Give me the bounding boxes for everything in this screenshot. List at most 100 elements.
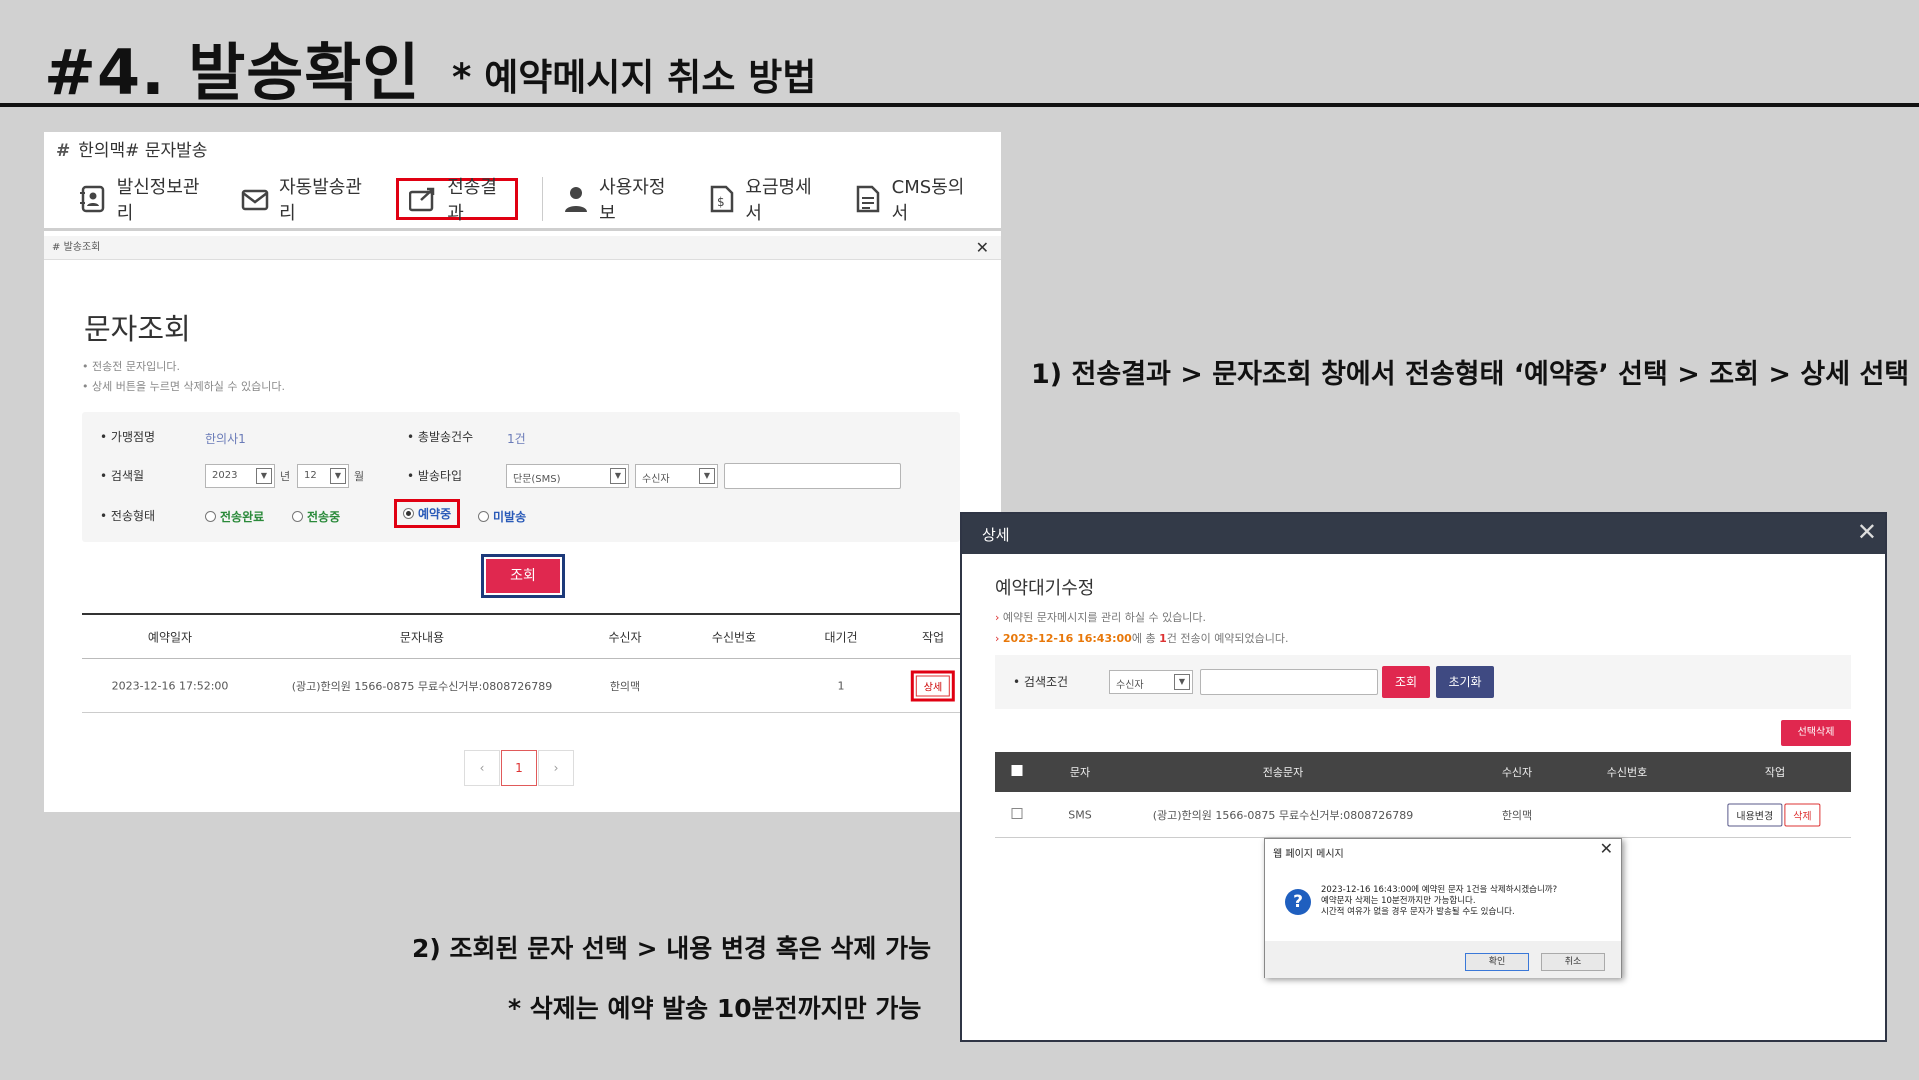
- radio-label: 전송중: [307, 510, 341, 524]
- menu-auto-send[interactable]: 자동발송관리: [235, 177, 372, 224]
- search-panel: 가맹점명 한의사1 총발송건수 1건 검색월 2023 ▼ 년 12 ▼ 월 발송타…: [82, 412, 960, 542]
- search-button[interactable]: 조회: [481, 554, 565, 598]
- select-all-checkbox[interactable]: [1011, 765, 1023, 779]
- cell-recipient: 한의맥: [1501, 808, 1533, 822]
- mail-check-icon: [241, 184, 269, 214]
- total-label: 총발송건수: [407, 428, 473, 445]
- menu-invoice[interactable]: $ 요금명세서: [703, 177, 825, 224]
- delete-button[interactable]: 삭제: [1784, 803, 1821, 826]
- table-header: 예약일자 문자내용 수신자 수신번호 대기건 작업: [82, 613, 1001, 659]
- detail-button[interactable]: 상세: [910, 670, 956, 701]
- edit-content-button[interactable]: 내용변경: [1727, 803, 1783, 826]
- close-icon[interactable]: ✕: [976, 236, 989, 260]
- row-checkbox[interactable]: [1011, 807, 1023, 822]
- next-page-button[interactable]: ›: [538, 750, 574, 786]
- message-line: 2023-12-16 16:43:00에 예약된 문자 1건을 삭제하시겠습니까…: [1321, 885, 1558, 895]
- chevron-down-icon: ▼: [699, 468, 715, 484]
- radio-label: 예약중: [418, 507, 452, 521]
- chevron-down-icon: ▼: [330, 468, 346, 484]
- menu-label: 발신정보관리: [116, 177, 200, 224]
- menu-label: 사용자정보: [599, 177, 666, 224]
- dialog-title: 발송조회: [63, 242, 101, 253]
- target-select[interactable]: 수신자 ▼: [635, 464, 718, 488]
- detail-screenshot: 상세 ✕ 예약대기수정 예약된 문자메시지를 관리 하실 수 있습니다. 202…: [960, 512, 1887, 1042]
- document-icon: [855, 184, 882, 214]
- delete-selected-button[interactable]: 선택삭제: [1781, 720, 1851, 746]
- hash-logo-icon: #: [56, 141, 71, 161]
- app-title-text: 한의맥# 문자발송: [78, 141, 208, 161]
- col-header: 문자내용: [399, 630, 445, 644]
- year-select[interactable]: 2023 ▼: [205, 464, 275, 488]
- month-unit: 월: [354, 470, 365, 483]
- menu-user-info[interactable]: 사용자정보: [557, 177, 679, 224]
- confirm-dialog-title: 웹 페이지 메시지: [1273, 849, 1344, 860]
- col-header: 전송문자: [1262, 766, 1304, 779]
- close-icon[interactable]: ✕: [1857, 518, 1877, 546]
- radio-reserved[interactable]: 예약중: [394, 499, 461, 528]
- year-unit: 년: [280, 470, 291, 483]
- col-header: 수신번호: [1606, 766, 1648, 779]
- query-screenshot: # 한의맥# 문자발송 발신정보관리 자동발송관리 전송결과 사용자정보 $ 요…: [44, 132, 1001, 812]
- user-icon: [563, 184, 590, 214]
- result-table: 예약일자 문자내용 수신자 수신번호 대기건 작업 2023-12-16 17:…: [82, 613, 1001, 713]
- prev-page-button[interactable]: ‹: [464, 750, 500, 786]
- condition-value: 수신자: [1116, 680, 1144, 691]
- reset-button[interactable]: 초기화: [1436, 666, 1494, 698]
- close-icon[interactable]: ✕: [1600, 839, 1613, 858]
- detail-table-header: 문자 전송문자 수신자 수신번호 작업: [995, 752, 1851, 792]
- menu-sender-info[interactable]: 발신정보관리: [74, 177, 211, 224]
- ok-button[interactable]: 확인: [1465, 953, 1529, 971]
- col-header: 작업: [1764, 766, 1786, 779]
- condition-input[interactable]: [1200, 669, 1378, 695]
- pagination: ‹ 1 ›: [464, 750, 575, 786]
- cell-date: 2023-12-16 17:52:00: [111, 679, 229, 692]
- detail-notes: 예약된 문자메시지를 관리 하실 수 있습니다. 2023-12-16 16:4…: [995, 607, 1289, 649]
- title-divider: [0, 103, 1919, 107]
- radio-circle: [478, 511, 489, 522]
- col-header: 수신자: [608, 630, 642, 644]
- note: 전송전 문자입니다.: [82, 357, 285, 377]
- col-header: 작업: [921, 630, 945, 644]
- app-title: # 한의맥# 문자발송: [56, 136, 207, 161]
- cell-type: SMS: [1068, 808, 1092, 821]
- menu-send-result[interactable]: 전송결과: [396, 177, 518, 224]
- detail-button-label: 상세: [915, 675, 951, 696]
- slide-subtitle: * 예약메시지 취소 방법: [452, 56, 817, 99]
- detail-search-panel: 검색조건 수신자 ▼ 조회 초기화: [995, 655, 1851, 709]
- month-select[interactable]: 12 ▼: [297, 464, 349, 488]
- table-row: 2023-12-16 17:52:00 (광고)한의원 1566-0875 무료…: [82, 659, 1001, 713]
- col-header: 수신번호: [711, 630, 757, 644]
- msg-type-value: 단문(SMS): [513, 474, 561, 485]
- menu-label: CMS동의서: [891, 177, 965, 224]
- msg-type-select[interactable]: 단문(SMS) ▼: [506, 464, 629, 488]
- radio-unsent[interactable]: 미발송: [478, 508, 526, 525]
- detail-titlebar: 상세 ✕: [962, 514, 1885, 554]
- radio-circle: [292, 511, 303, 522]
- search-button-label: 조회: [486, 559, 560, 593]
- menu-cms[interactable]: CMS동의서: [849, 177, 977, 224]
- condition-select[interactable]: 수신자 ▼: [1109, 670, 1193, 694]
- target-value: 수신자: [642, 474, 670, 485]
- col-header: 문자: [1069, 766, 1091, 779]
- status-label: 전송형태: [100, 507, 155, 524]
- radio-sent[interactable]: 전송완료: [205, 508, 264, 525]
- detail-heading: 예약대기수정: [995, 578, 1095, 599]
- radio-sending[interactable]: 전송중: [292, 508, 340, 525]
- note-reservation: 2023-12-16 16:43:00에 총 1건 전송이 예약되었습니다.: [995, 628, 1289, 649]
- page-button-current[interactable]: 1: [501, 750, 537, 786]
- col-header: 수신자: [1501, 766, 1533, 779]
- search-input[interactable]: [724, 463, 901, 489]
- note-text: 건 전송이 예약되었습니다.: [1166, 632, 1289, 645]
- search-condition-label: 검색조건: [1013, 673, 1068, 690]
- step2-instruction: 2) 조회된 문자 선택 > 내용 변경 혹은 삭제 가능: [412, 934, 932, 963]
- cancel-button[interactable]: 취소: [1541, 953, 1605, 971]
- invoice-icon: $: [709, 184, 736, 214]
- send-result-icon: [409, 184, 437, 214]
- svg-text:$: $: [717, 195, 725, 209]
- menu-label: 전송결과: [447, 177, 497, 224]
- chevron-down-icon: ▼: [256, 468, 272, 484]
- note-text: 에 총: [1131, 632, 1160, 645]
- type-label: 발송타입: [407, 467, 462, 484]
- menu-label: 자동발송관리: [279, 177, 362, 224]
- detail-search-button[interactable]: 조회: [1382, 666, 1430, 698]
